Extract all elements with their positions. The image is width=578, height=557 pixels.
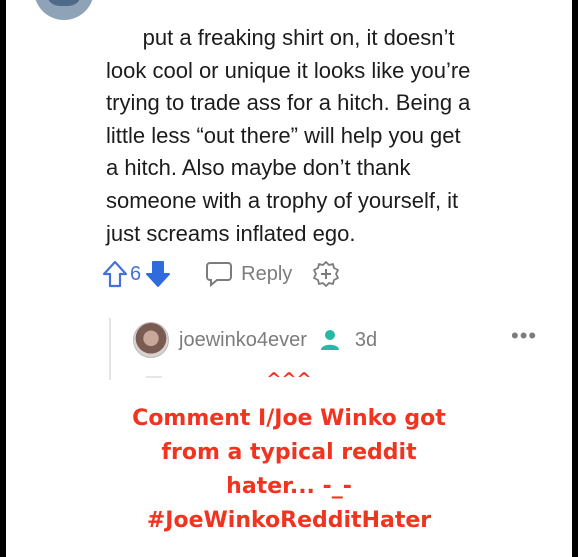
reply-header: joewinko4ever 3d — [133, 322, 377, 358]
comment-line: look cool or unique it looks like you’re — [106, 57, 471, 83]
reply-age: 3d — [354, 328, 378, 351]
caption-line: hater... -_- — [226, 474, 352, 499]
comment-line: a hitch. Also maybe don’t thank — [106, 155, 411, 181]
more-options-icon[interactable]: ••• — [511, 323, 537, 349]
downvote-icon[interactable] — [145, 260, 171, 288]
caption-line: Comment I/Joe Winko got — [132, 406, 446, 431]
caption-overlay: ^^^ Comment I/Joe Winko got from a typic… — [6, 370, 572, 538]
upvote-icon[interactable] — [102, 260, 128, 288]
comment-line: trying to trade ass for a hitch. Being a — [106, 90, 471, 116]
reply-username[interactable]: joewinko4ever — [179, 329, 307, 352]
caption-carets: ^^^ — [266, 369, 312, 390]
comment-body: put a freaking shirt on, it doesn’t look… — [106, 22, 546, 250]
user-icon — [319, 328, 341, 352]
avatar[interactable] — [133, 322, 169, 358]
comment-line: just screams inflated ego. — [106, 220, 356, 246]
reply-bubble-icon — [205, 261, 233, 287]
screenshot-card: put a freaking shirt on, it doesn’t look… — [6, 0, 572, 557]
caption-line: from a typical reddit — [161, 440, 417, 465]
award-icon[interactable] — [312, 260, 340, 288]
vote-score: 6 — [130, 262, 142, 285]
reply-label: Reply — [241, 262, 293, 285]
comment-line: put a freaking shirt on, it doesn’t — [106, 25, 455, 50]
caption-line: #JoeWinkoRedditHater — [146, 508, 432, 533]
comment-line: someone with a trophy of yourself, it — [106, 187, 459, 213]
reply-button[interactable]: Reply — [205, 261, 292, 287]
comment-actions: 6 Reply — [102, 259, 340, 289]
avatar-face — [48, 0, 80, 6]
top-avatar[interactable] — [34, 0, 94, 20]
comment-line: little less “out there” will help you ge… — [106, 122, 461, 148]
